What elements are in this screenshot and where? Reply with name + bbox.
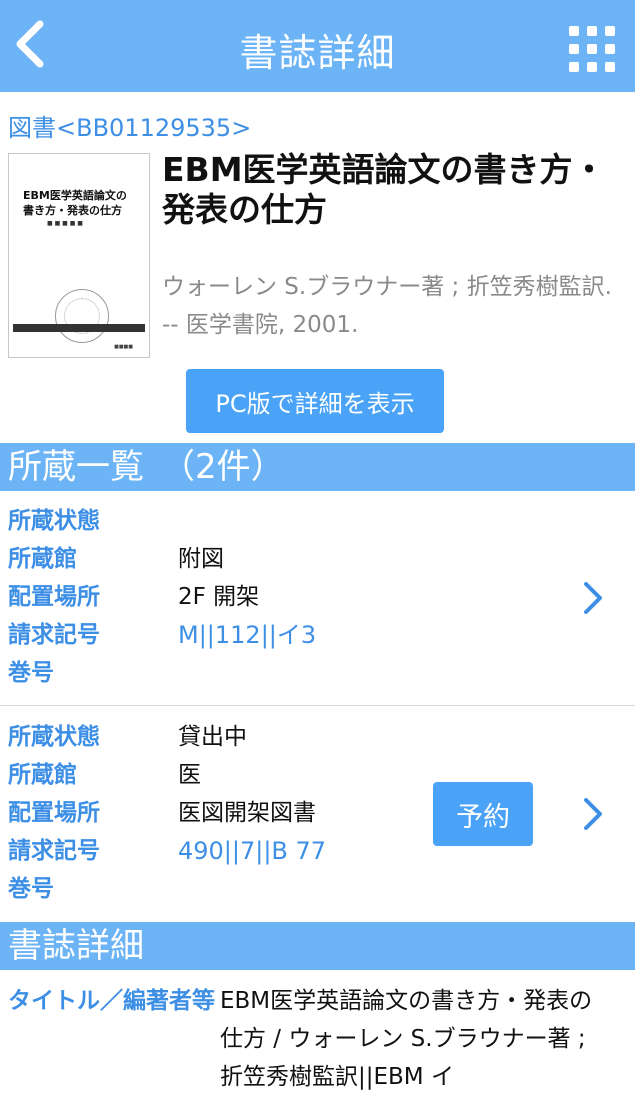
holding-row-call-number: 請求記号 490||7||B 77 bbox=[8, 832, 428, 870]
bib-id: 図書<BB01129535> bbox=[8, 114, 252, 142]
holding-row-status: 所蔵状態 bbox=[8, 508, 100, 534]
reserve-button[interactable]: 予約 bbox=[433, 782, 533, 846]
pc-view-button[interactable]: PC版で詳細を表示 bbox=[186, 369, 444, 433]
cover-title: EBM医学英語論文の 書き方・発表の仕方 bbox=[23, 189, 127, 217]
holding-row-library: 所蔵館 附図 bbox=[8, 546, 224, 572]
app-header: 書誌詳細 bbox=[0, 0, 635, 92]
holding-row-location: 配置場所 2F 開架 bbox=[8, 584, 260, 610]
holding-divider bbox=[0, 705, 635, 706]
holding-row-location: 配置場所 医図開架図書 bbox=[8, 800, 316, 826]
call-number-link[interactable]: M||112||イ3 bbox=[178, 616, 316, 654]
cover-publisher: ■■■■ bbox=[114, 344, 133, 350]
detail-label-title-author: タイトル／編著者等 bbox=[8, 988, 215, 1014]
cover-emblem bbox=[55, 289, 109, 343]
cover-author: ■ ■ ■ ■ ■ bbox=[47, 220, 83, 227]
cover-band bbox=[13, 324, 145, 332]
holding-row-library: 所蔵館 医 bbox=[8, 762, 201, 788]
chevron-right-icon[interactable] bbox=[578, 794, 608, 834]
book-meta: ウォーレン S.ブラウナー著 ; 折笠秀樹監訳. -- 医学書院, 2001. bbox=[162, 274, 612, 338]
book-cover-image: EBM医学英語論文の 書き方・発表の仕方 ■ ■ ■ ■ ■ ■■■■ bbox=[8, 153, 150, 358]
grid-menu-button[interactable] bbox=[569, 26, 615, 72]
holdings-section-header: 所蔵一覧 （2件） bbox=[0, 443, 635, 491]
chevron-right-icon[interactable] bbox=[578, 578, 608, 618]
details-section-header: 書誌詳細 bbox=[0, 922, 635, 970]
call-number-link[interactable]: 490||7||B 77 bbox=[178, 832, 326, 870]
page-title: 書誌詳細 bbox=[239, 31, 396, 75]
holding-row-volume: 巻号 bbox=[8, 660, 54, 686]
holding-row-call-number: 請求記号 M||112||イ3 bbox=[8, 616, 428, 654]
holdings-section-title: 所蔵一覧 （2件） bbox=[8, 447, 285, 487]
holding-row-volume: 巻号 bbox=[8, 876, 54, 902]
book-title: EBM医学英語論文の書き方・発表の仕方 bbox=[162, 150, 606, 229]
details-section-title: 書誌詳細 bbox=[8, 926, 144, 966]
detail-value-title-author: EBM医学英語論文の書き方・発表の仕方 / ウォーレン S.ブラウナー著 ; 折… bbox=[220, 988, 593, 1090]
holding-row-status: 所蔵状態 貸出中 bbox=[8, 724, 247, 750]
